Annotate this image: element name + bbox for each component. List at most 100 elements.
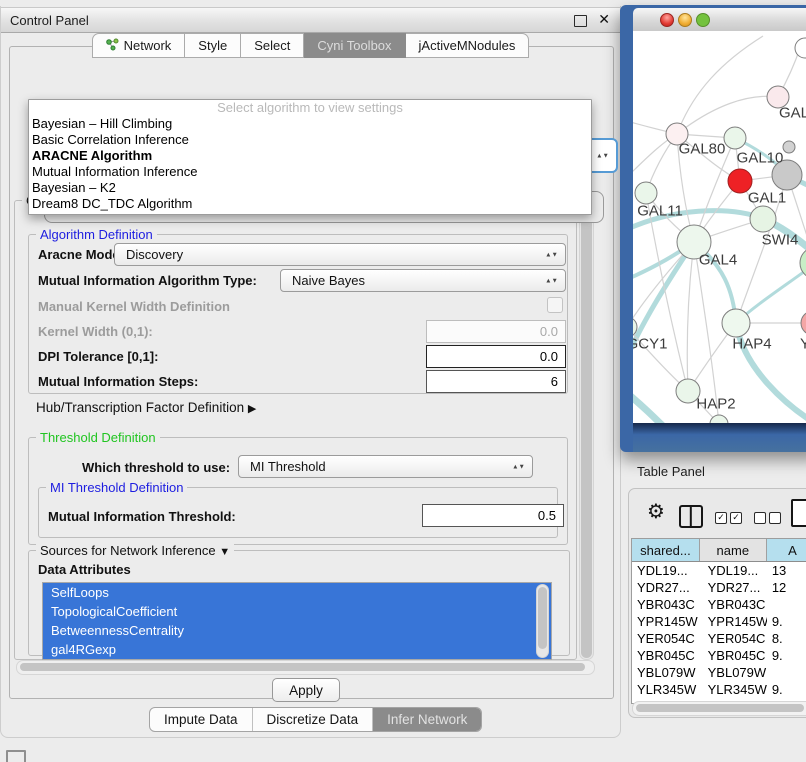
tab-select[interactable]: Select xyxy=(241,33,304,58)
table-panel: ⚙ ✓ ✓ shared...nameA YDL19...YDL19...13Y… xyxy=(628,488,806,718)
node-label-gal11: GAL11 xyxy=(637,203,683,220)
minimize-traffic-light[interactable] xyxy=(678,13,692,27)
dropdown-item-dream8-dc-tdc-algorithm[interactable]: Dream8 DC_TDC Algorithm xyxy=(29,196,591,212)
deselect-all-columns-icon[interactable] xyxy=(754,512,781,524)
mi-threshold-label: Mutual Information Threshold: xyxy=(48,509,236,524)
cell: 9. xyxy=(767,647,806,664)
dropdown-item-mutual-information-inference[interactable]: Mutual Information Inference xyxy=(29,164,591,180)
node-gal10[interactable] xyxy=(724,127,746,149)
table-row-ypr145w[interactable]: YPR145WYPR145W9. xyxy=(632,613,806,630)
mi-threshold-field[interactable]: 0.5 xyxy=(422,504,564,527)
combo-spinner-icon: ▲▼ xyxy=(545,278,558,283)
dropdown-placeholder: Select algorithm to view settings xyxy=(29,100,591,116)
column-header-shared[interactable]: shared... xyxy=(632,539,700,561)
dpi-tolerance-field[interactable]: 0.0 xyxy=(426,345,566,368)
cell xyxy=(767,664,806,681)
table-horizontal-scrollbar-thumb[interactable] xyxy=(636,704,804,712)
cell: YBR045C xyxy=(700,647,767,664)
node-top-right[interactable] xyxy=(795,38,806,58)
dropdown-item-bayesian-k2[interactable]: Bayesian – K2 xyxy=(29,180,591,196)
zoom-traffic-light[interactable] xyxy=(696,13,710,27)
data-attributes-list[interactable]: SelfLoopsTopologicalCoefficientBetweenne… xyxy=(42,582,552,660)
network-edges xyxy=(633,31,806,423)
settings-horizontal-scrollbar[interactable] xyxy=(16,660,595,675)
sources-legend-label: Sources for Network Inference xyxy=(40,543,216,558)
algorithm-dropdown-popup: Select algorithm to view settings Bayesi… xyxy=(28,99,592,215)
node-gal1[interactable] xyxy=(750,206,776,232)
attribute-list-scrollbar-thumb[interactable] xyxy=(538,587,547,649)
network-canvas[interactable]: GALGAL80GAL10GAL1GAL11SWI4GAL4GCY1HAP4YH… xyxy=(633,31,806,423)
aracne-mode-combo[interactable]: Discovery ▲▼ xyxy=(114,243,566,266)
table-rows: YDL19...YDL19...13YDR27...YDR27...12YBR0… xyxy=(632,562,806,704)
which-threshold-label: Which threshold to use: xyxy=(82,460,230,475)
node-label-hap4: HAP4 xyxy=(732,336,771,353)
attribute-item-gal4rgexp[interactable]: gal4RGexp xyxy=(43,640,551,659)
mi-algorithm-type-combo[interactable]: Naive Bayes ▲▼ xyxy=(280,269,566,292)
attribute-item-selfloops[interactable]: SelfLoops xyxy=(43,583,551,602)
cell: YBR045C xyxy=(632,647,700,664)
control-panel-titlebar: Control Panel ✕ xyxy=(1,7,620,33)
threshold-definition-legend: Threshold Definition xyxy=(36,430,160,445)
dropdown-item-basic-correlation-inference[interactable]: Basic Correlation Inference xyxy=(29,132,591,148)
cell: YBR043C xyxy=(700,596,767,613)
cell: 9. xyxy=(767,681,806,698)
dropdown-item-aracne-algorithm[interactable]: ARACNE Algorithm xyxy=(29,148,591,164)
settings-vertical-scrollbar[interactable] xyxy=(579,198,594,660)
minimized-panel-icon[interactable] xyxy=(6,750,26,762)
network-window-titlebar xyxy=(633,8,806,32)
apply-button[interactable]: Apply xyxy=(272,678,340,702)
dropdown-item-bayesian-hill-climbing[interactable]: Bayesian – Hill Climbing xyxy=(29,116,591,132)
close-icon[interactable]: ✕ xyxy=(598,11,610,28)
column-header-a[interactable]: A xyxy=(767,539,806,561)
screenshot-root: Control Panel ✕ NetworkStyleSelectCyni T… xyxy=(0,0,806,762)
table-row-yer054c[interactable]: YER054CYER054C8. xyxy=(632,630,806,647)
table-row-ydr27[interactable]: YDR27...YDR27...12 xyxy=(632,579,806,596)
mi-steps-field[interactable]: 6 xyxy=(426,370,566,393)
select-all-columns-icon[interactable]: ✓ ✓ xyxy=(715,512,742,524)
column-header-name[interactable]: name xyxy=(700,539,767,561)
tab-cyni-toolbox[interactable]: Cyni Toolbox xyxy=(304,33,405,58)
attribute-list-scrollbar[interactable] xyxy=(536,584,549,658)
table-header: shared...nameA xyxy=(632,539,806,562)
table-row-ybl079w[interactable]: YBL079WYBL079W xyxy=(632,664,806,681)
combo-spinner-icon: ▲▼ xyxy=(545,252,558,257)
combo-spinner-icon: ▲▼ xyxy=(596,153,609,158)
table-row-ydl19[interactable]: YDL19...YDL19...13 xyxy=(632,562,806,579)
attribute-item-topologicalcoefficient[interactable]: TopologicalCoefficient xyxy=(43,602,551,621)
document-icon[interactable] xyxy=(791,499,806,527)
which-threshold-combo[interactable]: MI Threshold ▲▼ xyxy=(238,455,533,478)
node-hap4[interactable] xyxy=(722,309,750,337)
table-row-ylr345w[interactable]: YLR345WYLR345W9. xyxy=(632,681,806,698)
node-bottom[interactable] xyxy=(710,415,728,423)
node-salmon[interactable] xyxy=(801,311,806,335)
attribute-item-betweennesscentrality[interactable]: BetweennessCentrality xyxy=(43,621,551,640)
settings-horizontal-scrollbar-thumb[interactable] xyxy=(20,663,585,671)
gear-icon[interactable]: ⚙ xyxy=(647,502,665,522)
manual-kernel-width-checkbox xyxy=(547,297,563,313)
tab-network[interactable]: Network xyxy=(92,33,186,58)
bottom-tab-discretize-data[interactable]: Discretize Data xyxy=(252,708,373,731)
manual-kernel-width-label: Manual Kernel Width Definition xyxy=(38,299,230,314)
table-horizontal-scrollbar[interactable] xyxy=(632,701,806,716)
tab-style[interactable]: Style xyxy=(185,33,241,58)
cell: YLR345W xyxy=(632,681,700,698)
node-label-gal10: GAL10 xyxy=(737,150,784,167)
hub-definition-expander[interactable]: Hub/Transcription Factor Definition ▶ xyxy=(36,400,256,415)
node-small-gray[interactable] xyxy=(783,141,795,153)
table-row-ybr043c[interactable]: YBR043CYBR043C xyxy=(632,596,806,613)
float-window-icon[interactable] xyxy=(574,15,587,27)
dpi-tolerance-label: DPI Tolerance [0,1]: xyxy=(38,349,158,364)
data-attributes-label: Data Attributes xyxy=(38,562,131,577)
bottom-tab-infer-network[interactable]: Infer Network xyxy=(372,708,481,731)
sources-legend[interactable]: Sources for Network Inference ▼ xyxy=(36,543,234,558)
table-row-ybr045c[interactable]: YBR045CYBR045C9. xyxy=(632,647,806,664)
node-gal11[interactable] xyxy=(635,182,657,204)
bottom-tab-impute-data[interactable]: Impute Data xyxy=(150,708,252,731)
tab-jactivemnodules[interactable]: jActiveMNodules xyxy=(406,33,530,58)
node-label-gal80: GAL80 xyxy=(679,141,726,158)
mi-threshold-definition-legend: MI Threshold Definition xyxy=(46,480,187,495)
column-layout-icon[interactable] xyxy=(679,505,703,528)
settings-scrollbar-thumb[interactable] xyxy=(581,200,592,658)
node-label-gal1: GAL1 xyxy=(748,190,786,207)
close-traffic-light[interactable] xyxy=(660,13,674,27)
